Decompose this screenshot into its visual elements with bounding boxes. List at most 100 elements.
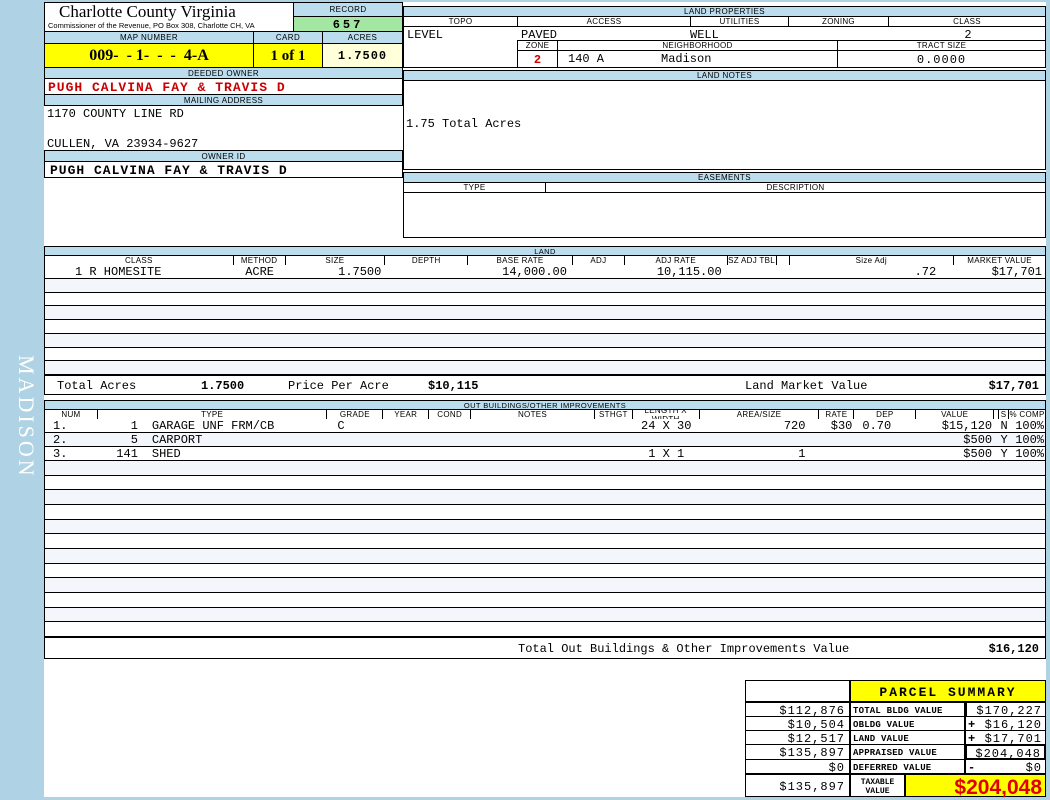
ob-row-pct-comp: 100% [1015,446,1044,461]
land-col-depth: DEPTH [385,256,469,265]
ob-row-rate: $30 [830,418,853,433]
land-row-base-rate: 14,000.00 [502,264,567,279]
land-market-value: $17,701 [988,379,1039,393]
ob-row-pct-comp: 100% [1015,432,1044,447]
empty-table-row [45,306,1045,321]
county-title: Charlotte County Virginia [59,2,236,21]
empty-table-row [45,361,1045,376]
ps-label-appraised: APPRAISED VALUE [850,744,965,760]
empty-table-row [45,475,1045,491]
ob-row-value: $500 [963,432,993,447]
ps-header-left-cell [745,680,850,702]
land-note-text: 1.75 Total Acres [406,117,522,131]
record-card-main: Charlotte County Virginia Commissioner o… [44,2,1046,799]
land-col-adj: ADJ [572,256,625,265]
acres-value: 1.7500 [322,43,403,68]
ps-left-taxable: $135,897 [745,773,850,797]
ps-value-land: + $17,701 [965,730,1046,746]
empty-table-row [45,333,1045,348]
topo-value: LEVEL [407,28,444,42]
empty-table-row [45,347,1045,362]
land-market-value-label: Land Market Value [745,379,868,393]
ob-col-notes: NOTES [471,410,595,419]
empty-table-row [45,578,1045,594]
empty-table-row [45,490,1045,506]
empty-table-row [45,461,1045,476]
ob-type-code: 141 [116,446,138,461]
ps-taxable-value: $204,048 [905,773,1046,799]
ob-row-s: Y [1000,432,1008,447]
ob-row-s: N [1000,418,1008,433]
ps-label-taxable: TAXABLE VALUE [850,773,905,797]
ob-col-cond: COND [429,410,472,419]
easements-box [403,192,1046,238]
empty-table-row [45,505,1045,520]
neighborhood-code: 140 A [568,52,605,66]
ob-row-area-size: 720 [783,418,806,433]
ps-label-obldg: OBLDG VALUE [850,716,965,731]
land-row-method: ACRE [245,264,274,279]
outbuildings-rows: 1. 1 GARAGE UNF FRM/CB C 24 X 30 720 $30 … [44,419,1046,461]
outbuilding-row: 1. 1 GARAGE UNF FRM/CB C 24 X 30 720 $30 … [44,419,1046,433]
empty-table-row [45,607,1045,623]
empty-table-row [45,549,1045,564]
ps-label-deferred: DEFERRED VALUE [850,759,965,774]
address-line1: 1170 COUNTY LINE RD [47,107,184,121]
empty-table-row [45,593,1045,608]
mailing-address-block: 1170 COUNTY LINE RD CULLEN, VA 23934-962… [44,105,403,151]
empty-table-row [45,622,1045,638]
land-row-size-adj: .72 [914,264,937,279]
land-totals-row: Total Acres 1.7500 Price Per Acre $10,11… [44,375,1046,395]
tract-size-value: 0.0000 [837,50,1046,68]
total-acres-value: 1.7500 [201,379,245,393]
owner-id-value: PUGH CALVINA FAY & TRAVIS D [44,161,403,178]
ob-row-grade: C [337,418,345,433]
ob-row-type: 141 SHED [98,447,328,461]
ob-row-num: 2. [53,432,68,447]
ps-label-land: LAND VALUE [850,730,965,745]
county-subtitle: Commissioner of the Revenue, PO Box 308,… [48,21,255,30]
land-notes-box: 1.75 Total Acres [403,80,1046,170]
land-row-size: 1.7500 [338,264,382,279]
land-empty-rows [44,279,1046,376]
zone-value: 2 [517,50,558,68]
land-col-blank [776,256,790,265]
ob-type-name: SHED [151,446,181,461]
ob-row-length-width: 24 X 30 [641,418,692,433]
outbuilding-row: 2. 5 CARPORT $500 Y 100% [44,433,1046,447]
ps-value-total-bldg: $170,227 [965,702,1046,718]
ps-value-obldg: + $16,120 [965,716,1046,732]
parcel-summary-title: PARCEL SUMMARY [850,680,1046,702]
outbuilding-row: 3. 141 SHED 1 X 1 1 $500 Y 100% [44,447,1046,461]
ob-type-name: GARAGE UNF FRM/CB [151,418,275,433]
deeded-owner-value: PUGH CALVINA FAY & TRAVIS D [44,78,403,95]
card-value: 1 of 1 [253,43,323,68]
empty-table-row [45,534,1045,550]
outbuildings-total-value: $16,120 [988,642,1039,656]
ob-col-year: YEAR [383,410,430,419]
ob-row-pct-comp: 100% [1015,418,1044,433]
land-row-adj-rate: 10,115.00 [656,264,722,279]
district-watermark: MADISON [14,355,39,479]
empty-table-row [45,320,1045,334]
parcel-summary: PARCEL SUMMARY $112,876 TOTAL BLDG VALUE… [745,680,1046,799]
address-line2: CULLEN, VA 23934-9627 [47,137,199,151]
total-acres-label: Total Acres [57,379,137,393]
ps-value-appraised: $204,048 [965,744,1046,761]
ob-type-code: 1 [130,418,138,433]
price-per-acre-value: $10,115 [428,379,479,393]
neighborhood-name: Madison [661,52,712,66]
ob-row-area-size: 1 [798,446,806,461]
empty-table-row [45,563,1045,579]
ps-left-land: $12,517 [745,730,850,746]
land-row-market-value: $17,701 [991,264,1042,279]
ps-left-total-bldg: $112,876 [745,702,850,718]
map-number-value: 009- - 1- - - 4-A [44,43,254,68]
ob-row-num: 1. [53,418,68,433]
ob-row-value: $500 [963,446,993,461]
ob-row-length-width: 1 X 1 [648,446,685,461]
ps-value-deferred: - $0 [965,759,1046,775]
property-record-card: MADISON Charlotte County Virginia Commis… [0,0,1050,800]
ps-label-total-bldg: TOTAL BLDG VALUE [850,702,965,717]
ob-type-code: 5 [130,432,138,447]
